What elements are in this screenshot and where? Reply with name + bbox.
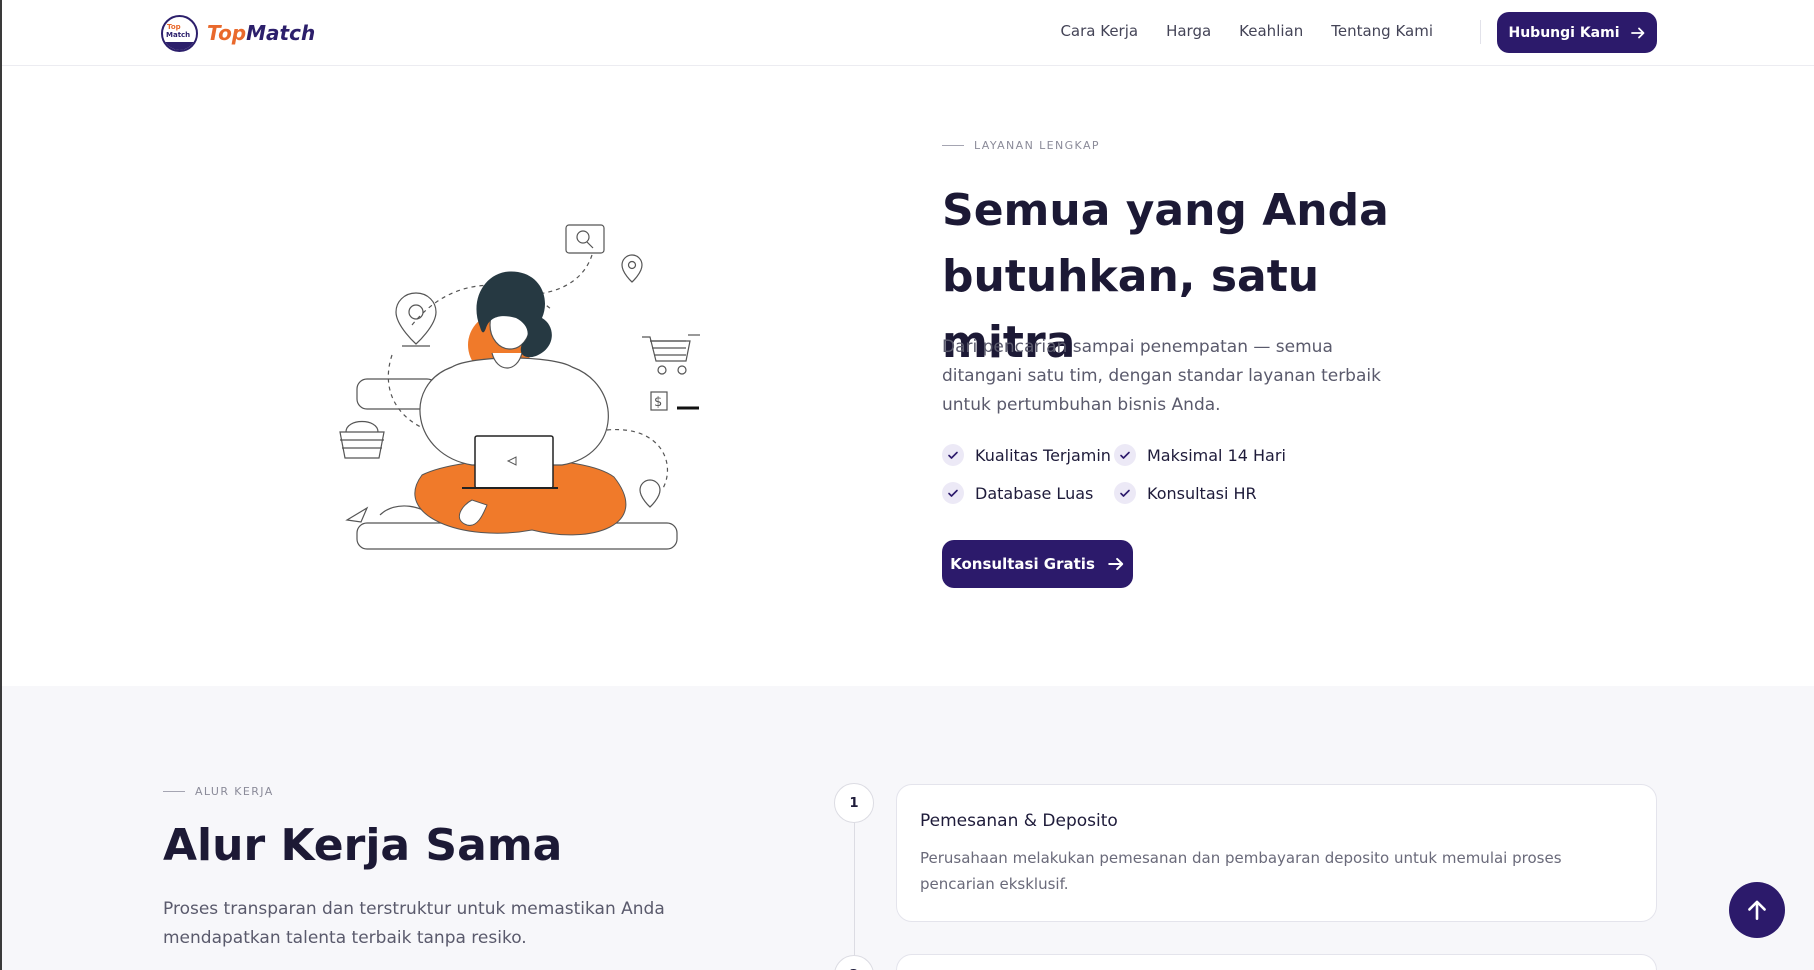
check-icon [942,482,964,504]
feature-item: Maksimal 14 Hari [1114,443,1294,467]
arrow-up-icon [1748,900,1766,920]
site-header: Top Match TopMatch Cara Kerja Harga Keah… [2,0,1814,66]
process-title: Alur Kerja Sama [163,820,563,871]
svg-text:$: $ [654,395,662,410]
check-icon [1114,482,1136,504]
logo-badge-icon: Top Match [161,14,198,52]
hero-illustration: $ [339,224,700,550]
step-description: Perusahaan melakukan pemesanan dan pemba… [920,849,1562,893]
feature-item: Kualitas Terjamin [942,443,1114,467]
check-icon [1114,444,1136,466]
nav-link-tentang-kami[interactable]: Tentang Kami [1331,22,1433,40]
scroll-to-top-button[interactable] [1729,882,1785,938]
feature-item: Konsultasi HR [1114,481,1294,505]
process-eyebrow: ALUR KERJA [163,785,274,798]
step-card [896,954,1657,970]
hero-eyebrow: LAYANAN LENGKAP [942,139,1100,152]
feature-list: Kualitas Terjamin Maksimal 14 Hari Datab… [942,443,1294,505]
logo-text: TopMatch [207,21,316,45]
feature-item: Database Luas [942,481,1114,505]
step-card: Pemesanan & Deposito Perusahaan melakuka… [896,784,1657,922]
arrow-right-icon [1630,27,1644,38]
main-nav: Cara Kerja Harga Keahlian Tentang Kami [1060,22,1433,40]
nav-divider [1480,20,1481,44]
hero-description: Dari pencarian sampai penempatan — semua… [942,337,1381,415]
timeline-line [854,820,855,970]
contact-button[interactable]: Hubungi Kami [1497,12,1657,53]
step-number: 1 [834,783,874,823]
nav-link-cara-kerja[interactable]: Cara Kerja [1060,22,1138,40]
page: Top Match TopMatch Cara Kerja Harga Keah… [0,0,1814,970]
logo[interactable]: Top Match TopMatch [161,14,316,52]
check-icon [942,444,964,466]
process-description: Proses transparan dan terstruktur untuk … [163,899,665,948]
free-consultation-button[interactable]: Konsultasi Gratis [942,540,1133,588]
step-title: Pemesanan & Deposito [920,811,1118,831]
arrow-right-icon [1108,557,1124,571]
nav-link-harga[interactable]: Harga [1166,22,1211,40]
nav-link-keahlian[interactable]: Keahlian [1239,22,1303,40]
